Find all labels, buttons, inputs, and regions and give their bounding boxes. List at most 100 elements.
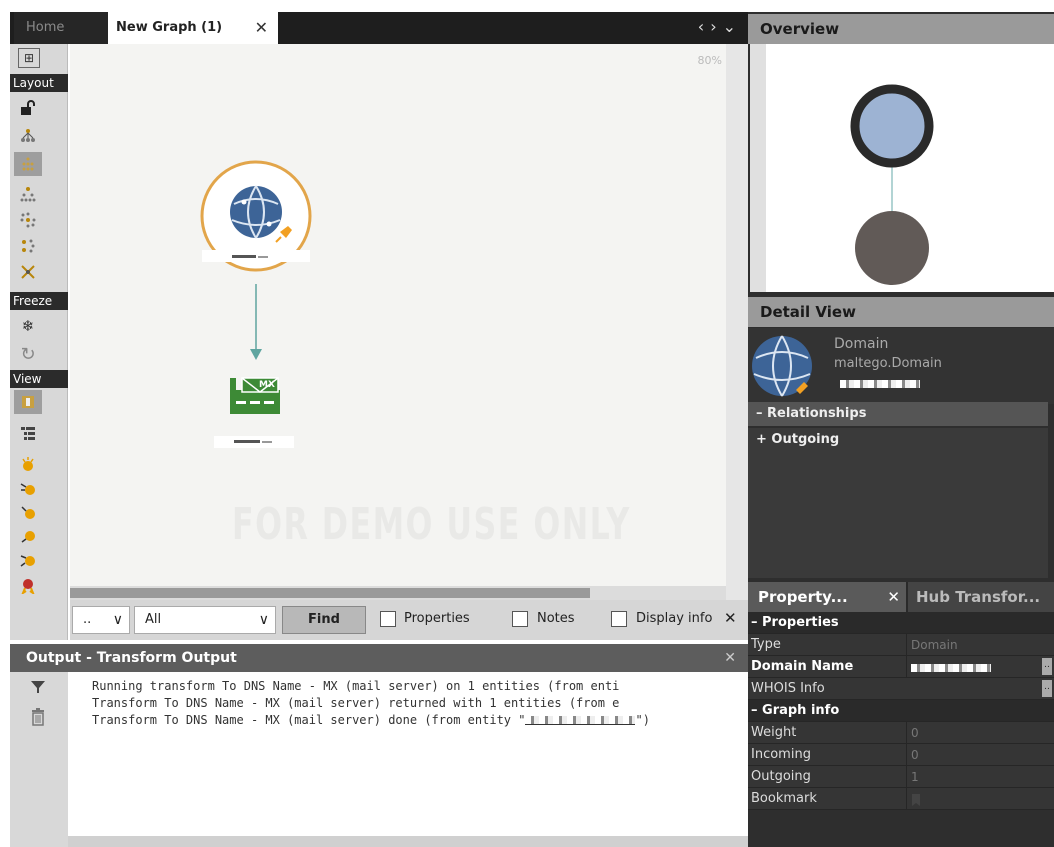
link-arrowhead [250, 349, 262, 360]
notes-checkbox[interactable] [512, 611, 528, 627]
graph-canvas[interactable]: 80% FOR DEMO USE ONLY MX [70, 44, 726, 586]
close-output-icon[interactable]: ✕ [724, 644, 736, 672]
graph-info-section-header[interactable]: – Graph info [748, 700, 1054, 722]
layout-hierarchical-icon[interactable] [14, 152, 42, 176]
incoming-links-icon[interactable] [14, 476, 42, 500]
notes-checkbox-label: Notes [537, 611, 575, 626]
property-key: Domain Name [751, 659, 854, 674]
mx-entity-node[interactable]: MX [214, 377, 294, 448]
chevron-down-icon: ∨ [258, 612, 269, 628]
layout-circular-icon[interactable] [14, 208, 42, 232]
property-key: Outgoing [751, 769, 811, 784]
refresh-icon[interactable]: ↻ [14, 342, 42, 366]
close-tab-icon[interactable]: ✕ [255, 12, 268, 44]
links-both-icon[interactable] [14, 548, 42, 572]
view-list-icon[interactable] [14, 422, 42, 446]
tab-properties-label: Property... [758, 588, 848, 606]
total-links-icon[interactable] [14, 524, 42, 548]
layout-organic-icon[interactable] [14, 234, 42, 258]
edit-whois-button[interactable]: .. [1042, 680, 1052, 697]
window-left-margin [0, 0, 10, 847]
fit-view-icon[interactable]: ⊞ [18, 48, 40, 68]
view-entity-icon[interactable] [14, 390, 42, 414]
bookmark-icon[interactable] [911, 793, 921, 807]
chevron-down-icon: ∨ [112, 612, 123, 628]
property-value [906, 788, 1051, 810]
view-section-label: View [10, 370, 68, 388]
overview-mx-node [855, 211, 929, 285]
layout-tree-icon[interactable] [14, 182, 42, 206]
overview-header: Overview [748, 14, 1054, 44]
bookmark-ribbon-icon[interactable] [14, 574, 42, 598]
find-scope-value: .. [83, 612, 92, 627]
tab-hub-transforms[interactable]: Hub Transfor... [908, 582, 1054, 612]
graph-svg: MX [200, 160, 312, 448]
property-value: Domain [906, 634, 1051, 656]
output-horizontal-scrollbar[interactable] [68, 836, 748, 847]
property-key: Type [751, 637, 781, 652]
close-find-bar-icon[interactable]: ✕ [724, 609, 737, 627]
overview-panel[interactable] [750, 44, 1054, 292]
outgoing-section[interactable]: + Outgoing [748, 428, 1048, 452]
domain-entity-node[interactable] [200, 160, 312, 272]
output-line-tail: ") [635, 713, 650, 727]
property-key: Incoming [751, 747, 811, 762]
output-panel-title: Output - Transform Output [26, 650, 237, 666]
detail-view-header: Detail View [748, 297, 1054, 327]
globe-icon [230, 185, 282, 239]
properties-tab-bar: Property... ✕ Hub Transfor... [748, 582, 1054, 612]
display-info-checkbox[interactable] [611, 611, 627, 627]
trash-icon[interactable] [31, 708, 45, 730]
window-top-margin [10, 0, 1054, 12]
graph-info-section-label: – Graph info [751, 703, 840, 718]
rank-icon[interactable] [14, 452, 42, 476]
freeze-snowflake-icon[interactable]: ❄ [14, 314, 42, 338]
graph-row-outgoing: Outgoing 1 [748, 766, 1054, 788]
properties-checkbox[interactable] [380, 611, 396, 627]
detail-entity-type-id: maltego.Domain [834, 356, 942, 371]
detail-entity-type: Domain [834, 336, 889, 352]
property-value: 0 [906, 744, 1051, 766]
layout-interactive-icon[interactable] [14, 260, 42, 284]
graph-tab-bar: Home New Graph (1) ✕ ‹›⌄ [10, 12, 748, 44]
edit-domain-button[interactable]: .. [1042, 658, 1052, 675]
layout-section-label: Layout [10, 74, 68, 92]
detail-view-title: Detail View [760, 303, 856, 321]
graph-row-incoming: Incoming 0 [748, 744, 1054, 766]
tab-properties[interactable]: Property... ✕ [748, 582, 906, 612]
property-key: WHOIS Info [751, 681, 825, 696]
horizontal-scroll-thumb[interactable] [70, 588, 590, 598]
property-value: 1 [906, 766, 1051, 788]
find-type-select[interactable]: All ∨ [134, 606, 276, 634]
tab-navigation-icons[interactable]: ‹›⌄ [698, 12, 742, 42]
redacted-entity-value [840, 380, 920, 388]
tab-home[interactable]: Home [14, 12, 116, 44]
redacted-entity-link[interactable] [525, 716, 636, 725]
canvas-vertical-scrollbar[interactable] [726, 44, 748, 600]
property-key: Bookmark [751, 791, 817, 806]
layout-block-icon[interactable] [14, 124, 42, 148]
overview-title: Overview [760, 20, 840, 38]
property-value: 0 [906, 722, 1051, 744]
graph-row-bookmark: Bookmark [748, 788, 1054, 810]
output-line: Running transform To DNS Name - MX (mail… [92, 679, 620, 693]
output-log[interactable]: Running transform To DNS Name - MX (mail… [68, 672, 748, 836]
output-panel-header: Output - Transform Output ✕ [10, 644, 748, 672]
relationships-section[interactable]: – Relationships [748, 402, 1048, 426]
tab-new-graph[interactable]: New Graph (1) ✕ [108, 12, 278, 44]
properties-section-header[interactable]: – Properties [748, 612, 1054, 634]
output-line: Transform To DNS Name - MX (mail server)… [92, 712, 748, 729]
property-key: Weight [751, 725, 797, 740]
close-properties-icon[interactable]: ✕ [887, 582, 900, 612]
outgoing-links-icon[interactable] [14, 500, 42, 524]
filter-icon[interactable] [30, 680, 46, 698]
unlock-icon[interactable] [14, 96, 42, 120]
find-scope-select[interactable]: .. ∨ [72, 606, 130, 634]
property-row-whois[interactable]: WHOIS Info .. [748, 678, 1054, 700]
property-row-domain-name[interactable]: Domain Name .. [748, 656, 1054, 678]
find-button[interactable]: Find [282, 606, 366, 634]
overview-scrollbar[interactable] [750, 44, 766, 292]
output-line-text: Transform To DNS Name - MX (mail server)… [92, 713, 526, 727]
canvas-horizontal-scrollbar[interactable] [70, 586, 726, 600]
output-line: Transform To DNS Name - MX (mail server)… [92, 696, 620, 710]
